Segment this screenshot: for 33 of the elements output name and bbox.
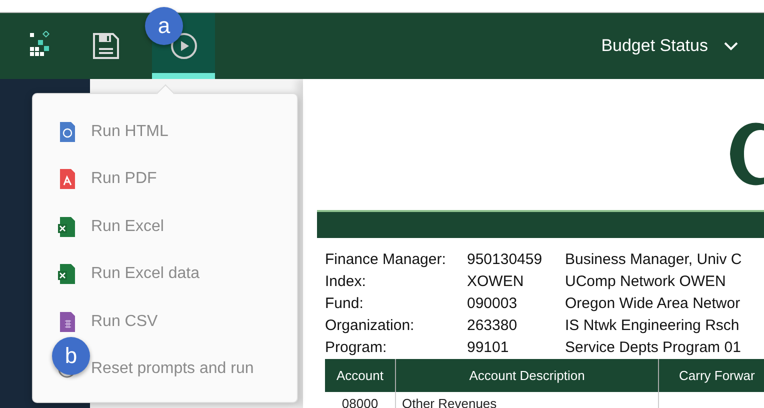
info-value: 99101 — [467, 338, 510, 358]
table-cell: Other Revenues — [396, 392, 658, 408]
spreadsheet-icon — [57, 216, 77, 238]
globe-document-icon — [57, 120, 77, 143]
info-description: UComp Network OWEN — [565, 272, 726, 292]
save-icon[interactable] — [92, 32, 120, 60]
info-label: Fund: — [325, 294, 364, 314]
column-header: Account Description — [396, 359, 658, 392]
info-value: XOWEN — [467, 272, 525, 292]
info-label: Finance Manager: — [325, 250, 447, 270]
menu-item[interactable]: Run PDF — [33, 156, 297, 203]
pdf-icon — [57, 168, 77, 190]
column-header: Account — [325, 359, 396, 392]
menu-item[interactable]: Run HTML — [33, 108, 297, 156]
info-description: Oregon Wide Area Networ — [565, 294, 740, 314]
info-label: Index: — [325, 272, 367, 292]
info-label: Organization: — [325, 316, 416, 336]
menu-item[interactable]: Run Excel data — [33, 250, 297, 298]
spreadsheet-icon — [57, 263, 77, 286]
info-description: IS Ntwk Engineering Rsch — [565, 316, 740, 336]
column-header: Carry Forwar — [658, 359, 764, 392]
info-description: Service Depts Program 01 — [565, 338, 741, 358]
info-description: Business Manager, Univ C — [565, 250, 742, 270]
menu-item[interactable]: Run Excel — [33, 203, 297, 250]
info-label: Program: — [325, 338, 388, 358]
info-value: 950130459 — [467, 250, 544, 270]
csv-icon — [57, 310, 77, 333]
play-circle-icon — [170, 32, 198, 60]
info-value: 263380 — [467, 316, 518, 336]
info-value: 090003 — [467, 294, 518, 314]
chevron-down-icon — [724, 41, 738, 51]
report-title-dropdown[interactable]: Budget Status — [601, 32, 738, 60]
table-cell: 08000 — [325, 392, 396, 408]
